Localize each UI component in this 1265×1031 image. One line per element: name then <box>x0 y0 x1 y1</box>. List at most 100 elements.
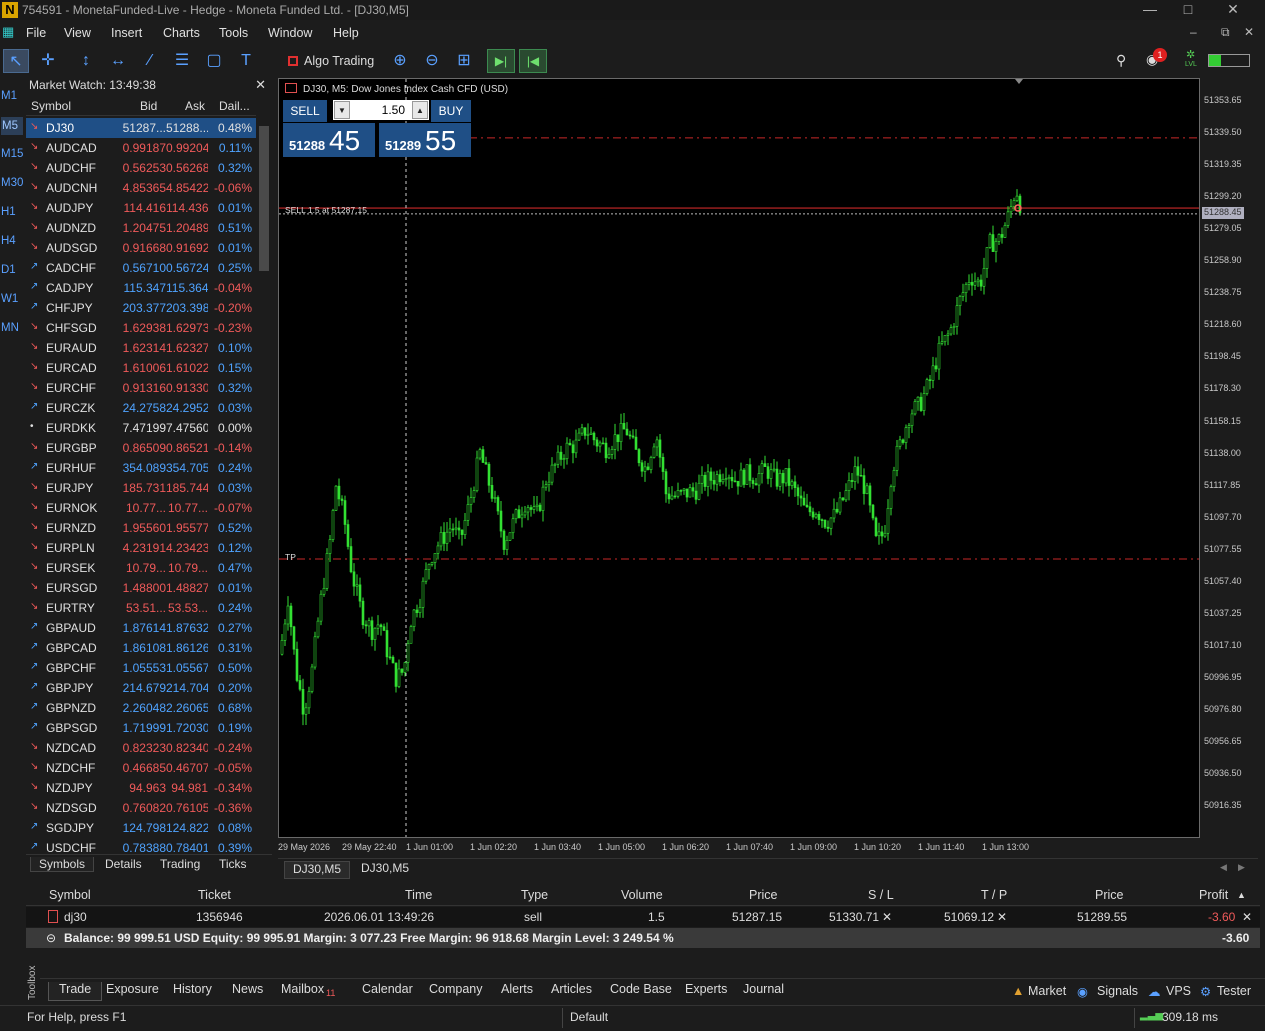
menu-view[interactable]: View <box>64 26 91 40</box>
col-trade-symbol[interactable]: Symbol <box>49 888 91 902</box>
lot-size-input[interactable]: ▼ 1.50 ▲ <box>333 100 429 120</box>
col-time[interactable]: Time <box>405 888 432 902</box>
col-bid[interactable]: Bid <box>140 99 157 113</box>
market-watch-row[interactable]: ↘ EURPLN 4.23191 4.23423 0.12% <box>26 538 256 558</box>
col-profit[interactable]: Profit <box>1199 888 1228 902</box>
maximize-button[interactable]: □ <box>1165 0 1211 20</box>
tab-exposure[interactable]: Exposure <box>106 982 159 996</box>
horizontal-line-icon[interactable]: ↔ <box>105 49 131 73</box>
tab-articles[interactable]: Articles <box>551 982 592 996</box>
market-watch-row[interactable]: ↘ EURSGD 1.48800 1.48827 0.01% <box>26 578 256 598</box>
menu-file[interactable]: File <box>26 26 46 40</box>
buy-price-box[interactable]: 51289 55 <box>379 123 471 157</box>
market-watch-row[interactable]: ↗ GBPCHF 1.05553 1.05567 0.50% <box>26 658 256 678</box>
market-watch-row[interactable]: ↗ GBPSGD 1.71999 1.72030 0.19% <box>26 718 256 738</box>
chart-shift-marker[interactable] <box>1015 79 1023 84</box>
market-watch-row[interactable]: ↘ NZDJPY 94.963 94.981 -0.34% <box>26 778 256 798</box>
tab-code-base[interactable]: Code Base <box>610 982 672 996</box>
tabs-scroll-left-icon[interactable]: ◀ <box>1220 862 1227 873</box>
menu-charts[interactable]: Charts <box>163 26 200 40</box>
tab-symbols[interactable]: Symbols <box>30 857 95 872</box>
tp-remove-icon[interactable]: ✕ <box>997 910 1007 924</box>
market-watch-row[interactable]: ↗ CADJPY 115.347 115.364 -0.04% <box>26 278 256 298</box>
tab-calendar[interactable]: Calendar <box>362 982 413 996</box>
tab-alerts[interactable]: Alerts <box>501 982 533 996</box>
algo-trading-button[interactable]: Algo Trading <box>282 50 380 72</box>
timeframe-m1[interactable]: M1 <box>1 90 23 102</box>
signal-tower-icon[interactable]: ✲ <box>1186 48 1195 61</box>
market-watch-row[interactable]: • EURDKK 7.47199 7.47560 0.00% <box>26 418 256 438</box>
trendline-icon[interactable]: ∕ <box>137 49 163 73</box>
tab-trade[interactable]: Trade <box>48 982 103 1001</box>
sl-remove-icon[interactable]: ✕ <box>882 910 892 924</box>
channel-icon[interactable]: ☰ <box>169 49 195 73</box>
market-watch-row[interactable]: ↗ GBPNZD 2.26048 2.26065 0.68% <box>26 698 256 718</box>
col-ask[interactable]: Ask <box>185 99 205 113</box>
market-watch-row[interactable]: ↘ AUDSGD 0.91668 0.91692 0.01% <box>26 238 256 258</box>
col-symbol[interactable]: Symbol <box>31 99 71 113</box>
price-axis[interactable]: 51353.65 51339.50 51319.35 51299.20 51279.05… <box>1200 78 1256 838</box>
tab-mailbox[interactable]: Mailbox <box>281 982 324 996</box>
timeframe-h1[interactable]: H1 <box>1 206 23 218</box>
crosshair-tool-icon[interactable]: ✛ <box>35 49 61 73</box>
market-watch-row[interactable]: ↘ AUDCAD 0.99187 0.99204 0.11% <box>26 138 256 158</box>
market-watch-row[interactable]: ↘ EURTRY 53.51... 53.53... 0.24% <box>26 598 256 618</box>
time-axis[interactable]: 29 May 2026 29 May 22:40 1 Jun 01:00 1 Jun … <box>278 838 1200 854</box>
price-chart[interactable]: DJ30, M5: Dow Jones Index Cash CFD (USD)… <box>278 78 1200 838</box>
app-menu-icon[interactable]: ▦ <box>2 24 14 40</box>
profile-name[interactable]: Default <box>570 1010 608 1024</box>
col-price[interactable]: Price <box>749 888 777 902</box>
signals-button[interactable]: Signals <box>1097 984 1138 998</box>
child-restore-icon[interactable]: ⧉ <box>1221 25 1230 40</box>
text-tool-icon[interactable]: T <box>233 49 259 73</box>
market-watch-scrollbar[interactable] <box>257 118 271 854</box>
search-icon[interactable]: ⚲ <box>1116 52 1126 69</box>
zoom-in-icon[interactable]: ⊕ <box>387 49 413 73</box>
col-ticket[interactable]: Ticket <box>198 888 231 902</box>
close-position-icon[interactable]: ✕ <box>1242 910 1252 924</box>
sell-price-box[interactable]: 51288 45 <box>283 123 375 157</box>
market-watch-row[interactable]: ↗ EURCZK 24.2758 24.2952 0.03% <box>26 398 256 418</box>
lot-increase-icon[interactable]: ▲ <box>412 101 428 119</box>
menu-help[interactable]: Help <box>333 26 359 40</box>
market-watch-row[interactable]: ↗ CHFJPY 203.377 203.398 -0.20% <box>26 298 256 318</box>
child-minimize-icon[interactable]: – <box>1190 25 1197 39</box>
market-watch-row[interactable]: ↘ EURNZD 1.95560 1.95577 0.52% <box>26 518 256 538</box>
chart-tab-2[interactable]: DJ30,M5 <box>353 861 417 875</box>
menu-insert[interactable]: Insert <box>111 26 142 40</box>
market-button[interactable]: Market <box>1028 984 1066 998</box>
market-watch-row[interactable]: ↘ AUDJPY 114.416 114.436 0.01% <box>26 198 256 218</box>
tabs-scroll-right-icon[interactable]: ▶ <box>1238 862 1245 873</box>
tester-button[interactable]: Tester <box>1217 984 1251 998</box>
timeframe-mn[interactable]: MN <box>1 322 23 334</box>
timeframe-w1[interactable]: W1 <box>1 293 23 305</box>
market-watch-row[interactable]: ↘ EURAUD 1.62314 1.62327 0.10% <box>26 338 256 358</box>
close-button[interactable]: ✕ <box>1210 0 1256 20</box>
collapse-icon[interactable]: ⊝ <box>46 931 56 945</box>
market-watch-row[interactable]: ↗ USDCHF 0.78388 0.78401 0.39% <box>26 838 256 854</box>
scrollbar-thumb[interactable] <box>259 126 269 271</box>
market-watch-row[interactable]: ↘ EURCHF 0.91316 0.91330 0.32% <box>26 378 256 398</box>
market-watch-row[interactable]: ↗ CADCHF 0.56710 0.56724 0.25% <box>26 258 256 278</box>
buy-button[interactable]: BUY <box>431 100 471 122</box>
sell-button[interactable]: SELL <box>283 100 327 122</box>
col-tp[interactable]: T / P <box>981 888 1007 902</box>
auto-scroll-icon[interactable]: ▶| <box>487 49 515 73</box>
tab-news[interactable]: News <box>232 982 263 996</box>
lot-decrease-icon[interactable]: ▼ <box>334 101 350 119</box>
market-watch-row[interactable]: ↘ AUDNZD 1.20475 1.20489 0.51% <box>26 218 256 238</box>
market-watch-row[interactable]: ↘ EURNOK 10.77... 10.77... -0.07% <box>26 498 256 518</box>
timeframe-m5[interactable]: M5 <box>1 117 23 135</box>
shapes-icon[interactable]: ▢ <box>201 49 227 73</box>
market-watch-row[interactable]: ↘ NZDSGD 0.76082 0.76105 -0.36% <box>26 798 256 818</box>
market-watch-row[interactable]: ↗ EURHUF 354.089 354.705 0.24% <box>26 458 256 478</box>
market-watch-row[interactable]: ↘ EURJPY 185.731 185.744 0.03% <box>26 478 256 498</box>
tab-history[interactable]: History <box>173 982 212 996</box>
menu-window[interactable]: Window <box>268 26 312 40</box>
col-daily[interactable]: Dail... <box>219 99 250 113</box>
market-watch-close-icon[interactable]: ✕ <box>255 77 266 93</box>
market-watch-row[interactable]: ↗ GBPAUD 1.87614 1.87632 0.27% <box>26 618 256 638</box>
market-watch-row[interactable]: ↘ EURSEK 10.79... 10.79... 0.47% <box>26 558 256 578</box>
vps-button[interactable]: VPS <box>1166 984 1191 998</box>
chart-shift-icon[interactable]: |◀ <box>519 49 547 73</box>
